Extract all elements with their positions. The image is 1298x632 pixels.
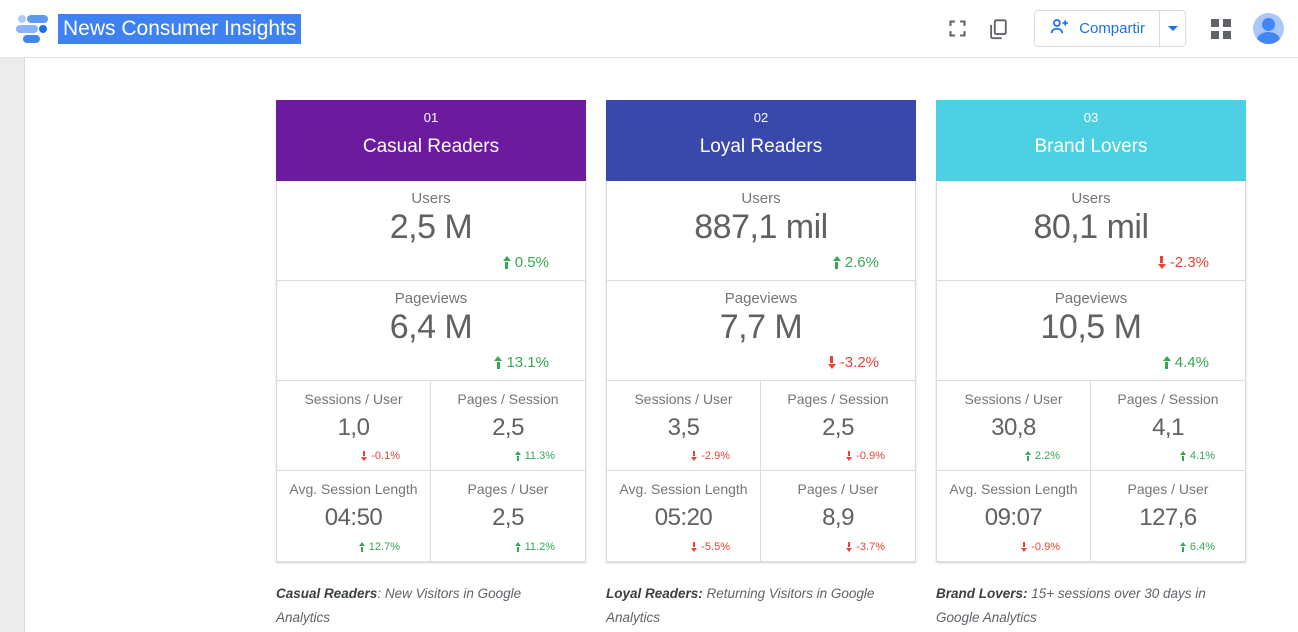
- card-title: Brand Lovers: [936, 136, 1246, 158]
- arrow-up-icon: [503, 256, 511, 269]
- delta-badge: 11.2%: [515, 541, 555, 553]
- card-header-brand-lovers[interactable]: 03 Brand Lovers: [936, 100, 1246, 181]
- pages-per-session-scorecard[interactable]: Pages / Session 2,5 -0.9%: [761, 381, 915, 471]
- footnote-brand-lovers: Brand Lovers: 15+ sessions over 30 days …: [936, 582, 1212, 630]
- sessions-per-user-scorecard[interactable]: Sessions / User 30,8 2.2%: [937, 381, 1091, 471]
- pages-per-user-scorecard[interactable]: Pages / User 8,9 -3.7%: [761, 471, 915, 561]
- delta-badge: -0.9%: [1021, 541, 1060, 553]
- users-scorecard[interactable]: Users 80,1 mil -2.3%: [937, 181, 1245, 281]
- segment-card-casual-readers: 01 Casual Readers Users 2,5 M 0.5% Pagev…: [276, 100, 586, 562]
- pages-per-session-scorecard[interactable]: Pages / Session 4,1 4.1%: [1091, 381, 1245, 471]
- users-scorecard[interactable]: Users 2,5 M 0.5%: [277, 181, 585, 281]
- users-scorecard[interactable]: Users 887,1 mil 2.6%: [607, 181, 915, 281]
- share-dropdown-button[interactable]: [1159, 11, 1185, 46]
- delta-badge: 13.1%: [494, 354, 549, 371]
- delta-badge: 4.4%: [1163, 354, 1209, 371]
- card-number: 02: [606, 110, 916, 125]
- delta-badge: -0.9%: [846, 450, 885, 462]
- avatar-person-icon: [1262, 18, 1275, 31]
- person-add-icon: [1049, 16, 1070, 42]
- footnote-loyal-readers: Loyal Readers: Returning Visitors in Goo…: [606, 582, 882, 630]
- fullscreen-icon[interactable]: [946, 18, 968, 40]
- delta-badge: -5.5%: [691, 541, 730, 553]
- app-header: News Consumer Insights: [0, 0, 1298, 58]
- card-header-casual-readers[interactable]: 01 Casual Readers: [276, 100, 586, 181]
- segment-card-loyal-readers: 02 Loyal Readers Users 887,1 mil 2.6% Pa…: [606, 100, 916, 562]
- sessions-per-user-scorecard[interactable]: Sessions / User 1,0 -0.1%: [277, 381, 431, 471]
- sessions-per-user-scorecard[interactable]: Sessions / User 3,5 -2.9%: [607, 381, 761, 471]
- arrow-down-icon: [691, 542, 697, 552]
- arrow-up-icon: [515, 451, 521, 461]
- arrow-down-icon: [1158, 256, 1166, 269]
- card-number: 03: [936, 110, 1246, 125]
- delta-badge: 11.3%: [515, 450, 555, 462]
- arrow-down-icon: [691, 451, 697, 461]
- footnote-casual-readers: Casual Readers: New Visitors in Google A…: [276, 582, 552, 630]
- delta-badge: 2.2%: [1025, 450, 1060, 462]
- arrow-up-icon: [359, 542, 365, 552]
- pages-per-session-scorecard[interactable]: Pages / Session 2,5 11.3%: [431, 381, 585, 471]
- arrow-up-icon: [494, 356, 502, 369]
- card-header-loyal-readers[interactable]: 02 Loyal Readers: [606, 100, 916, 181]
- delta-badge: -3.7%: [846, 541, 885, 553]
- arrow-down-icon: [1021, 542, 1027, 552]
- card-title: Casual Readers: [276, 136, 586, 158]
- delta-badge: -2.9%: [691, 450, 730, 462]
- pageviews-scorecard[interactable]: Pageviews 7,7 M -3.2%: [607, 281, 915, 381]
- arrow-down-icon: [846, 451, 852, 461]
- pages-per-user-scorecard[interactable]: Pages / User 127,6 6.4%: [1091, 471, 1245, 561]
- delta-badge: 0.5%: [503, 254, 549, 271]
- delta-badge: -2.3%: [1158, 254, 1209, 271]
- pageviews-scorecard[interactable]: Pageviews 6,4 M 13.1%: [277, 281, 585, 381]
- arrow-up-icon: [1180, 542, 1186, 552]
- delta-badge: -3.2%: [828, 354, 879, 371]
- datastudio-logo-icon[interactable]: [14, 13, 50, 45]
- delta-badge: -0.1%: [361, 450, 400, 462]
- avg-session-length-scorecard[interactable]: Avg. Session Length 09:07 -0.9%: [937, 471, 1091, 561]
- arrow-up-icon: [515, 542, 521, 552]
- delta-badge: 12.7%: [359, 541, 400, 553]
- avg-session-length-scorecard[interactable]: Avg. Session Length 04:50 12.7%: [277, 471, 431, 561]
- delta-badge: 4.1%: [1180, 450, 1215, 462]
- arrow-down-icon: [828, 356, 836, 369]
- chevron-down-icon: [1168, 26, 1178, 31]
- card-number: 01: [276, 110, 586, 125]
- segment-card-brand-lovers: 03 Brand Lovers Users 80,1 mil -2.3% Pag…: [936, 100, 1246, 562]
- arrow-up-icon: [833, 256, 841, 269]
- report-title[interactable]: News Consumer Insights: [58, 14, 301, 44]
- arrow-down-icon: [846, 542, 852, 552]
- report-canvas: 01 Casual Readers Users 2,5 M 0.5% Pagev…: [0, 58, 1298, 632]
- pages-per-user-scorecard[interactable]: Pages / User 2,5 11.2%: [431, 471, 585, 561]
- delta-badge: 2.6%: [833, 254, 879, 271]
- arrow-down-icon: [361, 451, 367, 461]
- delta-badge: 6.4%: [1180, 541, 1215, 553]
- card-title: Loyal Readers: [606, 136, 916, 158]
- pageviews-scorecard[interactable]: Pageviews 10,5 M 4.4%: [937, 281, 1245, 381]
- copy-pages-icon[interactable]: [987, 18, 1009, 40]
- grid-view-icon[interactable]: [1211, 19, 1231, 39]
- share-button-main[interactable]: Compartir: [1035, 11, 1159, 46]
- arrow-up-icon: [1163, 356, 1171, 369]
- arrow-up-icon: [1180, 451, 1186, 461]
- canvas-left-gutter: [0, 58, 25, 632]
- arrow-up-icon: [1025, 451, 1031, 461]
- avatar[interactable]: [1253, 13, 1284, 44]
- avg-session-length-scorecard[interactable]: Avg. Session Length 05:20 -5.5%: [607, 471, 761, 561]
- share-button-label: Compartir: [1079, 20, 1145, 37]
- share-button[interactable]: Compartir: [1034, 10, 1186, 47]
